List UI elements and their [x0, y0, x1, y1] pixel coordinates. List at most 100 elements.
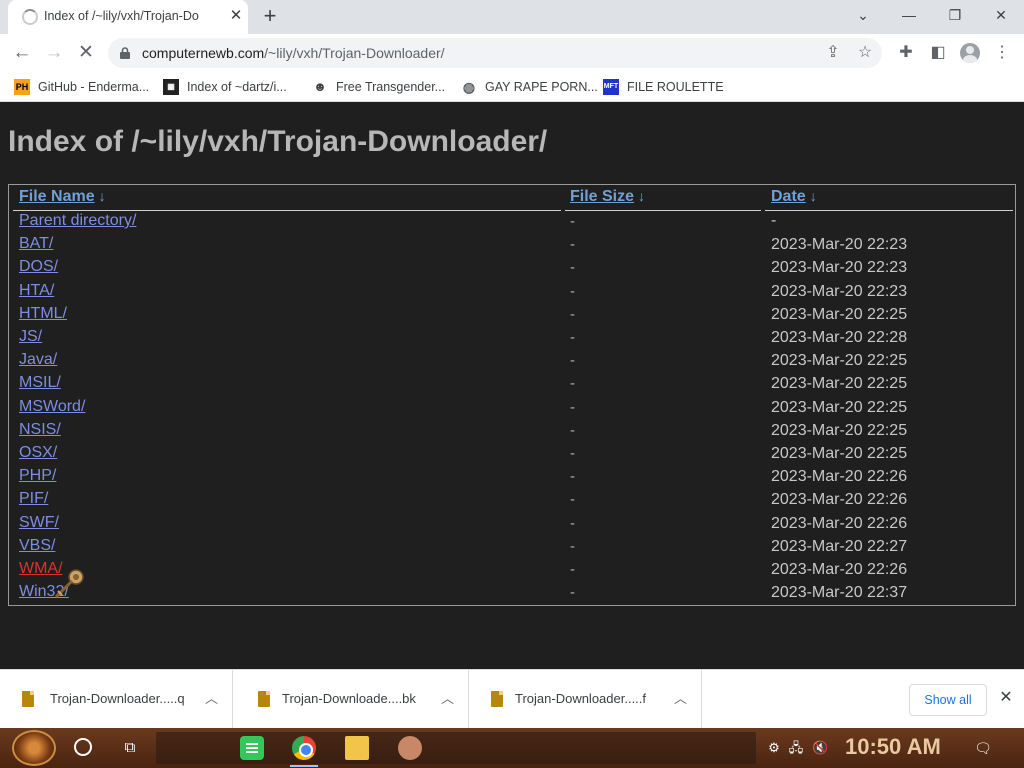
date-cell: 2023-Mar-20 22:26 — [771, 468, 908, 486]
folder-link[interactable]: PHP/ — [19, 467, 56, 485]
bookmark-item[interactable]: ▦ Index of ~dartz/i... — [163, 77, 287, 97]
cortana-search-icon[interactable] — [74, 738, 92, 756]
tray-gear-icon[interactable]: ⚙ — [766, 740, 782, 756]
table-row: VBS/ - 2023-Mar-20 22:27 — [9, 537, 1015, 560]
folder-link[interactable]: SWF/ — [19, 514, 59, 532]
network-icon[interactable]: 🖧 — [788, 740, 804, 756]
file-explorer-icon[interactable] — [345, 736, 369, 760]
chevron-up-icon[interactable]: ︿ — [205, 688, 218, 707]
download-item[interactable]: Trojan-Downloader.....f ︿ — [469, 670, 702, 729]
show-all-button[interactable]: Show all — [909, 684, 987, 716]
close-window-button[interactable]: ✕ — [978, 0, 1024, 30]
folder-link[interactable]: DOS/ — [19, 258, 58, 276]
table-row: WMA/-2023-Mar-20 22:26 — [9, 560, 1015, 583]
date-cell: 2023-Mar-20 22:25 — [771, 375, 908, 393]
date-cell: 2023-Mar-20 22:25 — [771, 352, 908, 370]
folder-link[interactable]: MSWord/ — [19, 398, 85, 416]
lock-icon[interactable] — [118, 46, 132, 60]
header-divider — [13, 210, 561, 211]
minimize-button[interactable]: — — [886, 0, 932, 30]
browser-tab[interactable]: Index of /~lily/vxh/Trojan-Do ✕ — [8, 0, 248, 34]
date-cell: 2023-Mar-20 22:26 — [771, 491, 908, 509]
bookmarks-bar: PH GitHub - Enderma... ▦ Index of ~dartz… — [0, 72, 1024, 102]
new-tab-button[interactable]: + — [258, 5, 282, 29]
forward-button[interactable]: → — [40, 39, 68, 67]
share-icon[interactable]: ⇪ — [824, 44, 842, 62]
taskbar-clock[interactable]: 10:50 AM — [845, 734, 941, 760]
browser-toolbar: ← → ✕ computernewb.com/~lily/vxh/Trojan-… — [0, 34, 1024, 72]
file-size-cell: - — [570, 445, 575, 462]
loading-spinner-icon — [22, 9, 38, 25]
table-row: Java/ - 2023-Mar-20 22:25 — [9, 351, 1015, 374]
download-item[interactable]: Trojan-Downloader.....q ︿ — [0, 670, 233, 729]
parent-directory-link[interactable]: Parent directory/ — [19, 212, 136, 230]
bookmark-label: Free Transgender... — [336, 80, 446, 94]
date-cell: 2023-Mar-20 22:25 — [771, 305, 908, 323]
bookmark-item[interactable]: MFT FILE ROULETTE — [603, 77, 724, 97]
file-size-cell: - — [570, 236, 575, 254]
folder-link[interactable]: NSIS/ — [19, 421, 61, 439]
active-app-indicator — [290, 765, 318, 767]
folder-link[interactable]: HTA/ — [19, 282, 54, 300]
folder-link[interactable]: HTML/ — [19, 305, 67, 323]
file-icon — [22, 691, 34, 707]
bookmark-item[interactable]: PH GitHub - Enderma... — [14, 77, 149, 97]
notes-app-icon[interactable] — [240, 736, 264, 760]
volume-muted-icon[interactable]: 🔇 — [812, 740, 828, 756]
table-row: NSIS/ - 2023-Mar-20 22:25 — [9, 421, 1015, 444]
restore-button[interactable]: ❐ — [932, 0, 978, 30]
date-cell: - — [771, 212, 777, 229]
chevron-up-icon[interactable]: ︿ — [674, 688, 687, 707]
file-size-cell: - — [570, 375, 575, 393]
folder-link[interactable]: OSX/ — [19, 444, 57, 462]
side-panel-icon[interactable]: ◧ — [928, 43, 948, 63]
download-shelf: Trojan-Downloader.....q ︿ Trojan-Downloa… — [0, 669, 1024, 729]
menu-kebab-icon[interactable]: ⋮ — [992, 43, 1012, 63]
chrome-app-icon[interactable] — [292, 736, 316, 760]
tab-search-chevron-icon[interactable]: ⌄ — [840, 0, 886, 30]
url-text[interactable]: computernewb.com/~lily/vxh/Trojan-Downlo… — [142, 45, 445, 61]
bookmark-star-icon[interactable]: ☆ — [856, 44, 874, 62]
tab-close-icon[interactable]: ✕ — [228, 8, 244, 24]
sort-arrow-icon[interactable]: ↓ — [99, 188, 106, 204]
folder-link[interactable]: BAT/ — [19, 235, 53, 253]
folder-link[interactable]: MSIL/ — [19, 374, 61, 392]
file-size-cell: - — [570, 514, 575, 532]
column-header-file-name[interactable]: File Name ↓ — [19, 188, 106, 206]
back-button[interactable]: ← — [8, 39, 36, 67]
close-shelf-icon[interactable]: ✕ — [996, 688, 1016, 708]
extensions-puzzle-icon[interactable]: ✚ — [896, 43, 916, 63]
download-item[interactable]: Trojan-Downloade....bk ︿ — [236, 670, 469, 729]
page-content: Index of /~lily/vxh/Trojan-Downloader/ F… — [0, 103, 1024, 669]
file-size-cell: - — [570, 537, 575, 555]
bookmark-item[interactable]: ☻ Free Transgender... — [312, 77, 445, 97]
column-header-date[interactable]: Date ↓ — [771, 188, 817, 206]
column-header-file-size[interactable]: File Size ↓ — [570, 188, 645, 206]
sort-arrow-icon[interactable]: ↓ — [638, 188, 645, 204]
profile-avatar[interactable] — [960, 43, 980, 63]
header-divider — [765, 210, 1013, 211]
notification-center-icon[interactable]: 🗨 — [972, 738, 994, 758]
folder-link[interactable]: VBS/ — [19, 537, 55, 555]
folder-link[interactable]: PIF/ — [19, 490, 48, 508]
file-size-cell: - — [570, 329, 575, 346]
task-view-icon[interactable]: ⧉ — [120, 738, 140, 758]
sort-arrow-icon[interactable]: ↓ — [810, 188, 817, 204]
date-cell: 2023-Mar-20 22:26 — [771, 514, 908, 532]
download-filename: Trojan-Downloader.....q — [50, 691, 185, 706]
table-row: BAT/ - 2023-Mar-20 22:23 — [9, 235, 1015, 258]
bookmark-item[interactable]: ◍ GAY RAPE PORN... — [461, 77, 598, 97]
folder-link[interactable]: JS/ — [19, 328, 42, 346]
page-title: Index of /~lily/vxh/Trojan-Downloader/ — [8, 125, 548, 158]
start-button[interactable] — [12, 730, 56, 766]
media-app-icon[interactable] — [398, 736, 422, 760]
address-bar[interactable]: computernewb.com/~lily/vxh/Trojan-Downlo… — [108, 38, 882, 68]
table-row: PIF/ - 2023-Mar-20 22:26 — [9, 490, 1015, 513]
chevron-up-icon[interactable]: ︿ — [441, 688, 454, 707]
tab-title: Index of /~lily/vxh/Trojan-Do — [44, 9, 199, 23]
folder-link[interactable]: Java/ — [19, 351, 57, 369]
date-cell: 2023-Mar-20 22:37 — [771, 584, 908, 602]
file-size-cell: - — [570, 491, 575, 509]
stop-button[interactable]: ✕ — [72, 39, 100, 67]
table-row: Win32/-2023-Mar-20 22:37 — [9, 583, 1015, 606]
